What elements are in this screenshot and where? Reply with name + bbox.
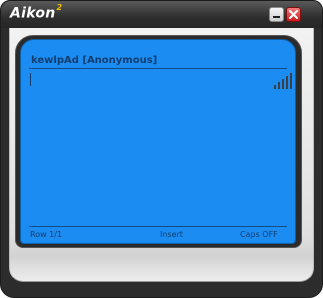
status-divider bbox=[29, 226, 287, 227]
insert-mode-indicator: Insert bbox=[160, 230, 183, 239]
app-window: Aikon2 kewlpAd [Anonymous] Row 1/1 Inser… bbox=[0, 0, 323, 298]
app-title: Aikon bbox=[10, 5, 56, 22]
header-divider bbox=[29, 68, 287, 69]
close-button[interactable] bbox=[286, 7, 301, 22]
sender-label: kewlpAd [Anonymous] bbox=[31, 55, 158, 66]
message-screen[interactable]: kewlpAd [Anonymous] Row 1/1 Insert Caps … bbox=[20, 39, 296, 244]
row-indicator: Row 1/1 bbox=[30, 230, 63, 239]
close-icon bbox=[289, 10, 298, 19]
app-logo: Aikon2 bbox=[10, 3, 63, 22]
signal-strength-icon bbox=[274, 71, 294, 89]
caps-indicator: Caps OFF bbox=[240, 230, 278, 239]
text-cursor bbox=[30, 73, 31, 86]
title-bar[interactable]: Aikon2 bbox=[1, 1, 322, 28]
minimize-button[interactable] bbox=[269, 7, 284, 22]
app-title-superscript: 2 bbox=[56, 3, 63, 12]
